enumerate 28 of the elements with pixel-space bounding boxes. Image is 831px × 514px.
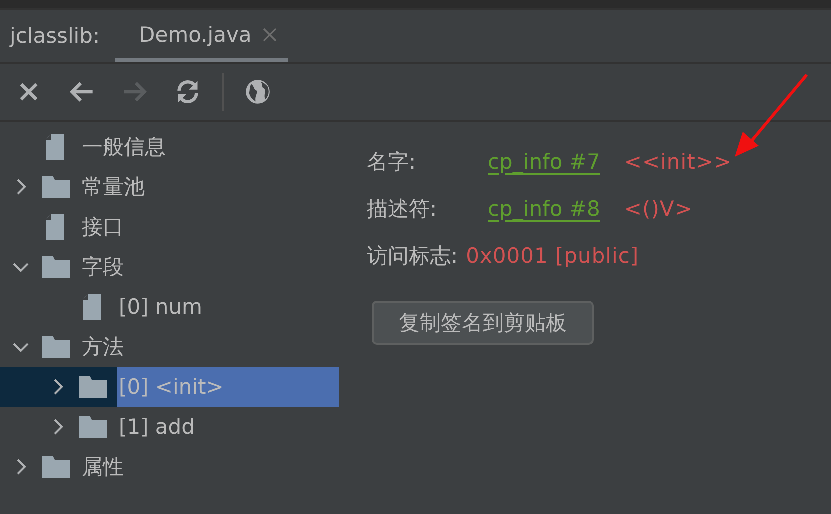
field-label: 描述符: [367,196,438,222]
refresh-icon[interactable] [175,79,201,105]
panel-title: jclasslib: [10,23,100,50]
tree-item[interactable]: [0] num [117,292,204,322]
folder-icon [42,336,70,358]
field-value: <()V> [624,196,693,220]
constant-pool-link[interactable]: cp_info #7 [488,150,600,174]
tree-item[interactable]: 一般信息 [80,132,168,162]
field-value: 0x0001 [public] [466,244,640,268]
field-value: <<init>> [624,150,732,174]
folder-icon [42,456,70,478]
tree-item[interactable]: 常量池 [80,172,147,202]
folder-icon [42,256,70,278]
left-arrow-icon[interactable] [69,79,95,105]
folder-icon [42,176,70,198]
folder-icon [79,416,107,438]
tree-item[interactable]: 属性 [80,452,126,482]
copy-signature-button[interactable]: 复制签名到剪贴板 [372,301,594,345]
tree-item[interactable]: 接口 [80,212,126,242]
tree-item[interactable]: [1] add [117,412,197,442]
field-label: 名字: [367,148,418,176]
folder-icon [79,376,107,398]
field-label: 访问标志: [367,242,458,270]
tree-item[interactable]: 字段 [80,252,126,282]
globe-icon[interactable] [245,79,271,105]
tree-item[interactable]: 方法 [80,332,126,362]
file-tab[interactable]: Demo.java [115,21,288,62]
constant-pool-link[interactable]: cp_info #8 [488,196,600,220]
